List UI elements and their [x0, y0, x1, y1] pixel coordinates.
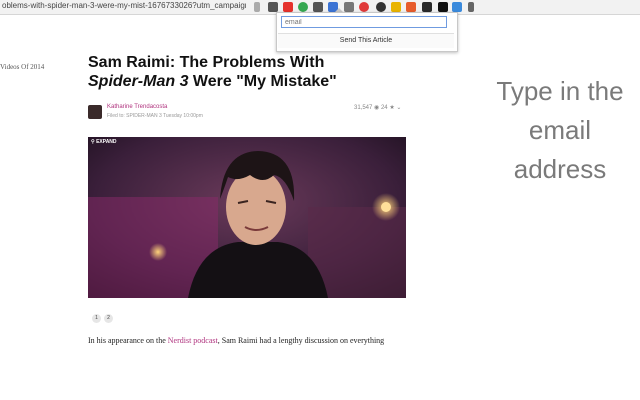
- views-count: 31,547: [354, 105, 373, 111]
- body-intro: In his appearance on the: [88, 336, 168, 345]
- sidebar-label[interactable]: Videos Of 2014: [0, 63, 44, 71]
- orange-icon[interactable]: [406, 2, 416, 12]
- menu-icon[interactable]: [468, 2, 474, 12]
- instruction-caption: Type in the email address: [482, 72, 638, 189]
- pocket-icon[interactable]: [313, 2, 323, 12]
- author-link[interactable]: Katharine Trendacosta: [107, 104, 167, 110]
- dollar-icon[interactable]: [438, 2, 448, 12]
- url-bar[interactable]: oblems-with-spider-man-3-were-my-mist-16…: [2, 1, 246, 10]
- yellow-icon[interactable]: [391, 2, 401, 12]
- body-rest: , Sam Raimi had a lengthy discussion on …: [217, 336, 385, 345]
- filed-to: Filed to: SPIDER-MAN 3 Tuesday 10:00pm: [107, 113, 203, 119]
- email-field[interactable]: [281, 16, 447, 28]
- green-leaf-icon[interactable]: [298, 2, 308, 12]
- eye-icon: ◉: [374, 105, 380, 111]
- gear-icon[interactable]: [422, 2, 432, 12]
- caption-line-2: email: [528, 115, 592, 145]
- star-icon[interactable]: ★: [389, 105, 394, 111]
- dark-circle-icon[interactable]: [376, 2, 386, 12]
- star-icon[interactable]: [254, 2, 260, 12]
- title-end: Were "My Mistake": [188, 73, 337, 90]
- article-body: In his appearance on the Nerdist podcast…: [88, 336, 408, 345]
- grey-icon[interactable]: [344, 2, 354, 12]
- hero-illustration: [88, 137, 406, 298]
- send-article-button[interactable]: Send This Article: [278, 33, 454, 48]
- hero-image[interactable]: [88, 137, 406, 298]
- search-icon: ⚲: [91, 139, 95, 145]
- likes-count: 24: [380, 105, 388, 111]
- avatar[interactable]: [88, 105, 102, 119]
- expand-label[interactable]: ⚲ EXPAND: [91, 139, 117, 145]
- red-notifications-icon[interactable]: [359, 2, 369, 12]
- article-title: Sam Raimi: The Problems With Spider-Man …: [88, 53, 338, 91]
- red-square-icon[interactable]: [283, 2, 293, 12]
- nerdist-link[interactable]: Nerdist podcast: [168, 336, 218, 345]
- caption-line-1: Type in the: [496, 76, 624, 106]
- chevron-down-icon[interactable]: ⌄: [396, 105, 401, 111]
- page-2-button[interactable]: 2: [104, 314, 113, 323]
- article-stats: 31,547 ◉ 24 ★ ⌄: [354, 104, 401, 111]
- page-1-button[interactable]: 1: [92, 314, 101, 323]
- puzzle-icon[interactable]: [268, 2, 278, 12]
- title-italic: Spider-Man 3: [88, 73, 189, 90]
- title-text: Sam Raimi: The Problems With: [88, 54, 325, 71]
- expand-text: EXPAND: [96, 139, 117, 145]
- caption-line-3: address: [513, 154, 607, 184]
- jb-icon[interactable]: [452, 2, 462, 12]
